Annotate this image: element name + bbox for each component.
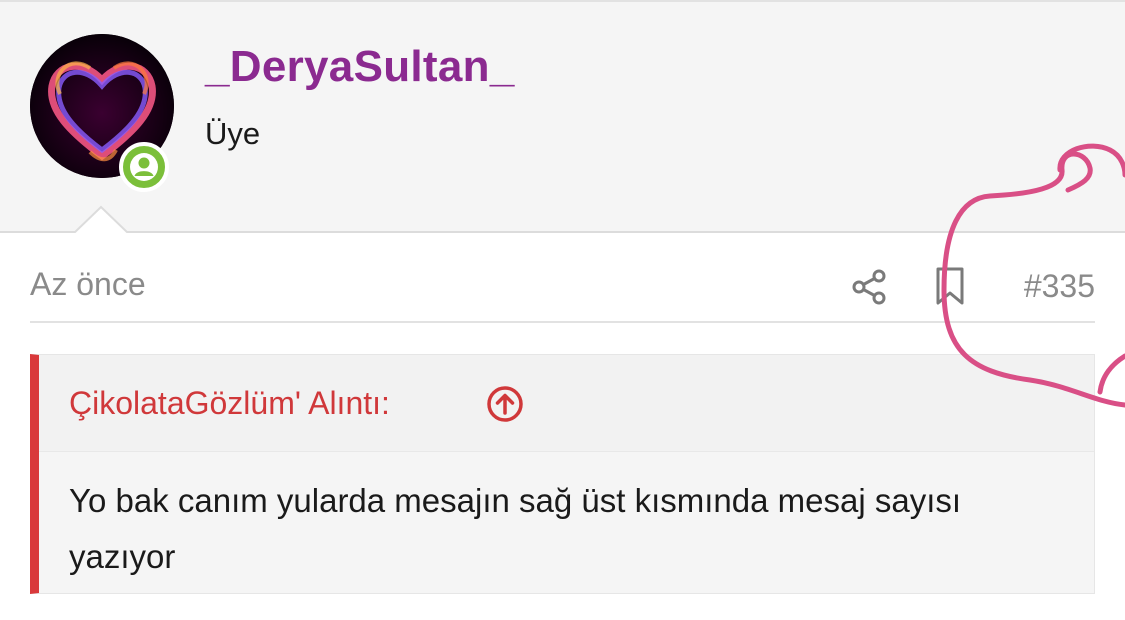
quote-body-text: Yo bak canım yularda mesajın sağ üst kıs…: [69, 482, 962, 575]
user-title: Üye: [205, 116, 261, 151]
post-timestamp[interactable]: Az önce: [30, 266, 146, 303]
meta-divider: [30, 321, 1095, 323]
post-number-link[interactable]: #335: [1024, 268, 1095, 305]
post-meta-bar: Az önce #335: [30, 250, 1095, 322]
bookmark-icon[interactable]: [932, 266, 968, 306]
quote-header: ÇikolataGözlüm' Alıntı:: [39, 355, 1094, 452]
post-user-header: _DeryaSultan_ Üye: [0, 2, 1125, 233]
quote-author-label[interactable]: ÇikolataGözlüm' Alıntı:: [69, 385, 390, 422]
user-icon: [130, 153, 158, 181]
online-status-badge: [119, 142, 169, 192]
arrow-up-circle-icon[interactable]: [486, 385, 524, 423]
quote-block: ÇikolataGözlüm' Alıntı: Yo bak canım yul…: [30, 354, 1095, 594]
share-icon[interactable]: [850, 268, 888, 306]
username-link[interactable]: _DeryaSultan_: [205, 42, 515, 92]
header-pointer-arrow: [74, 205, 128, 235]
